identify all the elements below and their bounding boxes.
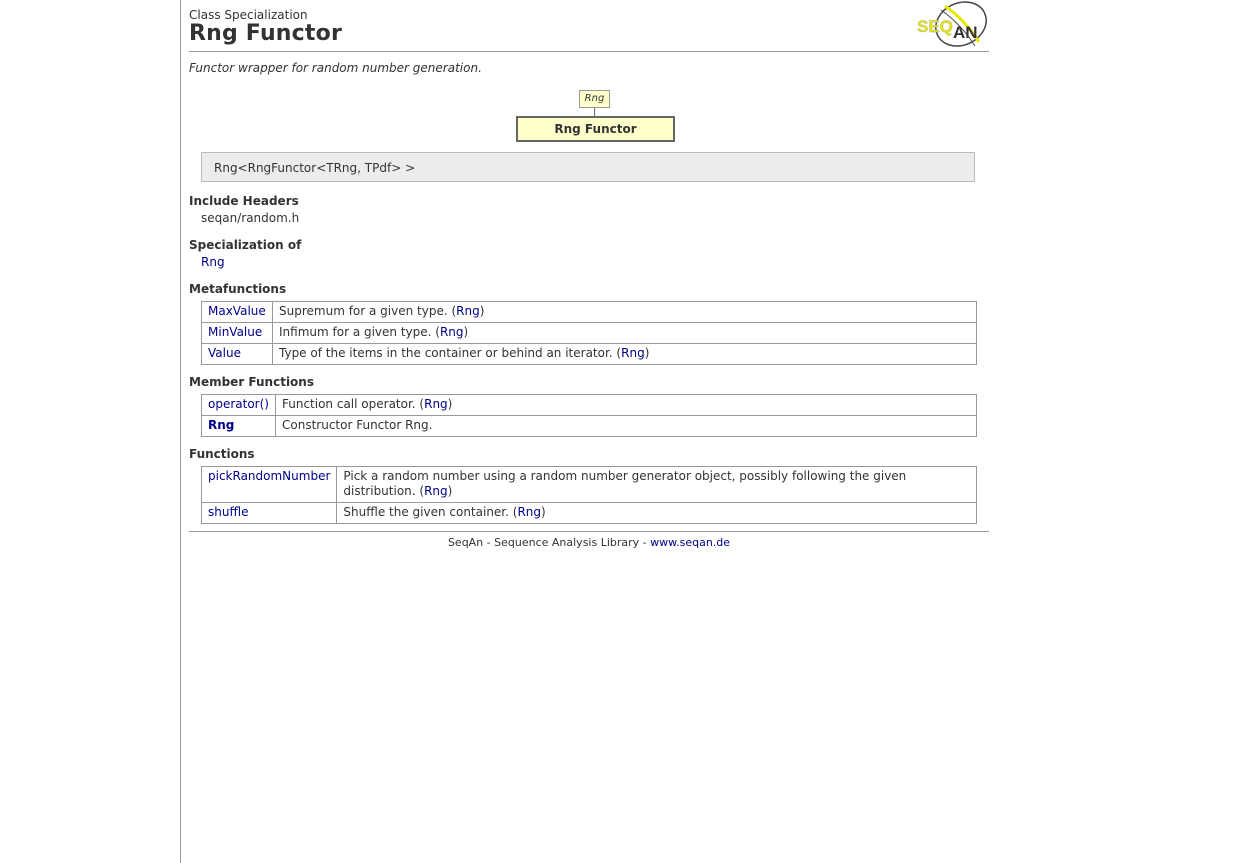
row-close: ) xyxy=(463,325,469,339)
metafunction-link-minvalue[interactable]: MinValue xyxy=(208,325,262,339)
row-desc: Function call operator. ( xyxy=(282,397,425,411)
seqan-logo[interactable]: SEQ AN xyxy=(915,0,989,48)
row-ref-link[interactable]: Rng xyxy=(517,505,541,519)
footer-link[interactable]: www.seqan.de xyxy=(650,536,730,549)
row-close: ) xyxy=(479,304,485,318)
row-desc: Shuffle the given container. ( xyxy=(343,505,518,519)
functions-table: pickRandomNumber Pick a random number us… xyxy=(200,466,977,524)
table-row: shuffle Shuffle the given container. (Rn… xyxy=(200,502,977,524)
row-close: ) xyxy=(447,484,453,498)
page-title: Rng Functor xyxy=(189,21,342,46)
row-ref-link[interactable]: Rng xyxy=(440,325,464,339)
row-ref-link[interactable]: Rng xyxy=(621,346,645,360)
metafunctions-heading: Metafunctions xyxy=(189,282,287,296)
metafunction-link-value[interactable]: Value xyxy=(208,346,241,360)
row-ref-link[interactable]: Rng xyxy=(456,304,480,318)
signature-box: Rng<RngFunctor<TRng, TPdf> > xyxy=(201,152,975,182)
member-functions-table: operator() Function call operator. (Rng)… xyxy=(201,394,977,437)
summary-text: Functor wrapper for random number genera… xyxy=(189,61,482,75)
metafunctions-table: MaxValue Supremum for a given type. (Rng… xyxy=(201,301,977,365)
svg-text:SEQ: SEQ xyxy=(917,17,953,36)
inheritance-diagram: Rng Rng Functor xyxy=(189,90,989,142)
svg-text:AN: AN xyxy=(953,23,978,42)
table-row: Rng Constructor Functor Rng. xyxy=(201,415,977,437)
function-link-pickrandomnumber[interactable]: pickRandomNumber xyxy=(208,469,330,483)
footer: SeqAn - Sequence Analysis Library - www.… xyxy=(189,536,989,549)
table-row: operator() Function call operator. (Rng) xyxy=(201,394,977,416)
table-row: pickRandomNumber Pick a random number us… xyxy=(200,466,977,503)
row-close: ) xyxy=(644,346,650,360)
include-heading: Include Headers xyxy=(189,194,299,208)
table-row: MinValue Infimum for a given type. (Rng) xyxy=(201,322,977,344)
row-desc: Infimum for a given type. ( xyxy=(279,325,440,339)
diagram-self-box: Rng Functor xyxy=(516,116,675,142)
row-desc: Constructor Functor Rng. xyxy=(282,418,433,432)
row-desc: Supremum for a given type. ( xyxy=(279,304,457,318)
sidebar-divider xyxy=(180,0,181,863)
row-desc: Type of the items in the container or be… xyxy=(279,346,622,360)
functions-heading: Functions xyxy=(189,447,255,461)
diagram-connector xyxy=(594,108,595,116)
row-ref-link[interactable]: Rng xyxy=(424,397,448,411)
table-row: MaxValue Supremum for a given type. (Rng… xyxy=(201,301,977,323)
row-close: ) xyxy=(541,505,546,519)
table-row: Value Type of the items in the container… xyxy=(201,343,977,365)
diagram-parent-rng[interactable]: Rng xyxy=(579,90,610,108)
footer-divider xyxy=(189,531,989,532)
specialization-heading: Specialization of xyxy=(189,238,302,252)
row-ref-link[interactable]: Rng xyxy=(424,484,448,498)
include-value: seqan/random.h xyxy=(201,211,300,225)
member-functions-heading: Member Functions xyxy=(189,375,314,389)
metafunction-link-maxvalue[interactable]: MaxValue xyxy=(208,304,266,318)
row-close: ) xyxy=(447,397,453,411)
member-link-rng[interactable]: Rng xyxy=(208,418,234,432)
header-divider xyxy=(189,51,989,52)
specialization-link[interactable]: Rng xyxy=(201,255,225,269)
member-link-operator[interactable]: operator() xyxy=(208,397,269,411)
function-link-shuffle[interactable]: shuffle xyxy=(208,505,248,519)
footer-text: SeqAn - Sequence Analysis Library - xyxy=(447,536,651,549)
page-kind: Class Specialization xyxy=(189,8,308,22)
